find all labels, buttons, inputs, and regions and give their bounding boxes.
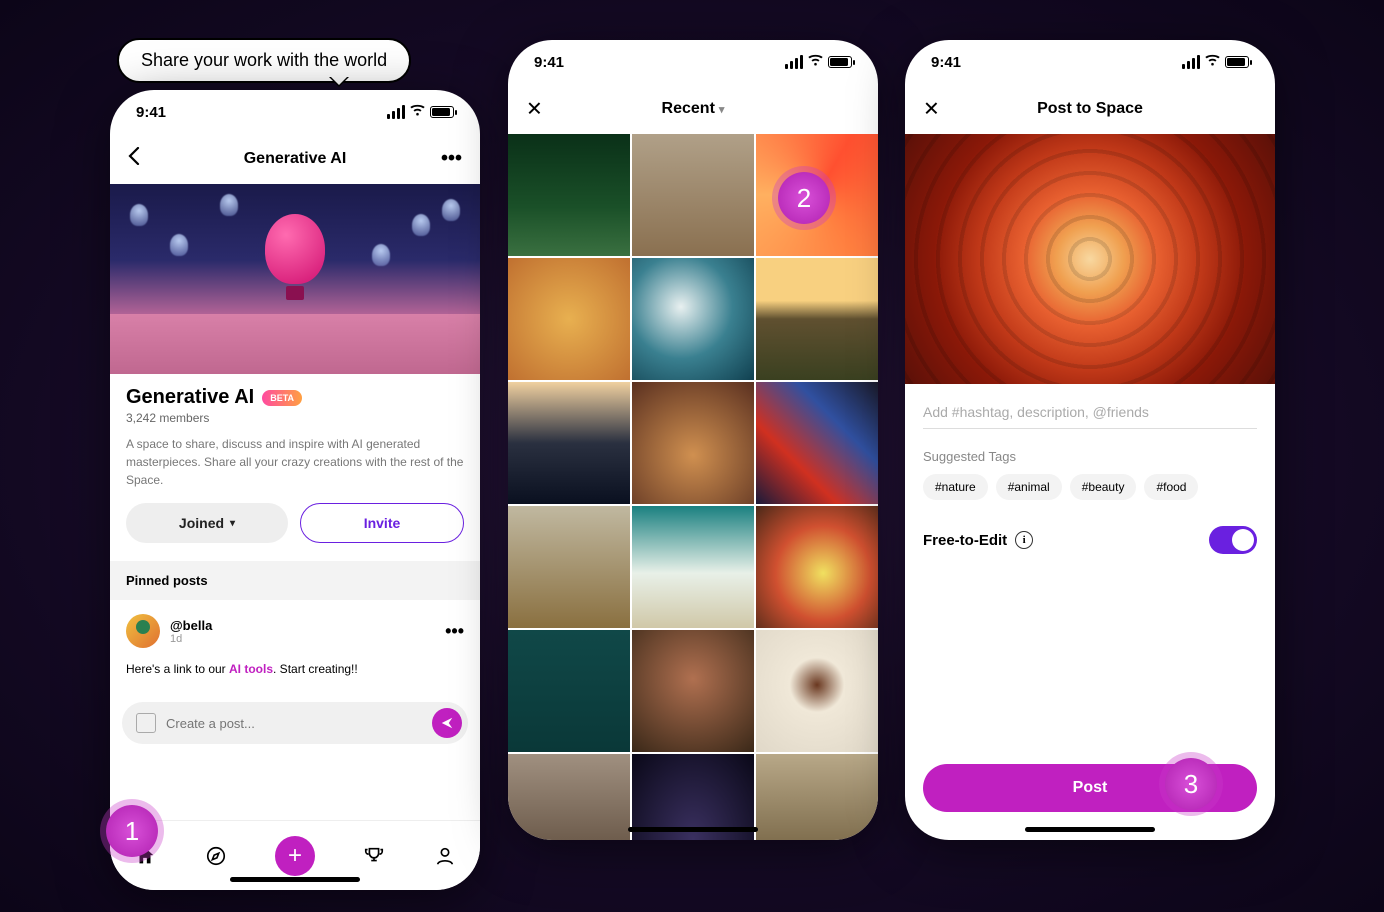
space-hero-image xyxy=(110,184,480,374)
close-icon[interactable]: ✕ xyxy=(526,97,543,122)
create-button[interactable]: + xyxy=(275,836,315,876)
grid-image[interactable] xyxy=(508,134,630,256)
image-preview xyxy=(905,134,1275,384)
profile-icon[interactable] xyxy=(433,844,457,868)
status-bar: 9:41 xyxy=(110,90,480,134)
pinned-post: @bella 1d ••• Here's a link to our AI to… xyxy=(110,600,480,690)
grid-image[interactable] xyxy=(508,754,630,840)
grid-image[interactable] xyxy=(632,630,754,752)
grid-image[interactable] xyxy=(508,382,630,504)
step-badge-2: 2 xyxy=(778,172,830,224)
signal-icon xyxy=(1182,55,1200,69)
avatar[interactable] xyxy=(126,614,160,648)
signal-icon xyxy=(785,55,803,69)
phone-image-picker: 9:41 ✕ Recent▾ xyxy=(508,40,878,840)
grid-image[interactable] xyxy=(756,258,878,380)
phone-post-to-space: 9:41 ✕ Post to Space Suggested Tags #nat… xyxy=(905,40,1275,840)
status-bar: 9:41 xyxy=(508,40,878,84)
home-indicator xyxy=(230,877,360,882)
wifi-icon xyxy=(1204,54,1221,71)
signal-icon xyxy=(387,105,405,119)
space-description: A space to share, discuss and inspire wi… xyxy=(126,435,464,489)
title-bar: ✕ Post to Space xyxy=(905,84,1275,134)
post-link[interactable]: AI tools xyxy=(229,662,273,676)
tag-chip[interactable]: #animal xyxy=(996,474,1062,500)
grid-image[interactable] xyxy=(508,258,630,380)
chevron-down-icon: ▾ xyxy=(230,518,235,529)
status-time: 9:41 xyxy=(931,54,961,71)
beta-badge: BETA xyxy=(262,390,302,406)
status-icons xyxy=(785,54,852,71)
grid-image[interactable] xyxy=(756,754,878,840)
tag-chip[interactable]: #nature xyxy=(923,474,988,500)
suggested-tags-label: Suggested Tags xyxy=(923,449,1257,464)
grid-image[interactable] xyxy=(632,382,754,504)
post-more-icon[interactable]: ••• xyxy=(445,621,464,642)
info-icon[interactable]: i xyxy=(1015,531,1033,549)
post-text-tail: . Start creating!! xyxy=(273,662,358,676)
grid-image[interactable] xyxy=(508,630,630,752)
grid-image[interactable] xyxy=(756,382,878,504)
wifi-icon xyxy=(409,104,426,121)
free-to-edit-toggle[interactable] xyxy=(1209,526,1257,554)
battery-icon xyxy=(828,56,852,68)
page-title: Post to Space xyxy=(1037,100,1143,118)
compass-icon[interactable] xyxy=(204,844,228,868)
send-button[interactable] xyxy=(432,708,462,738)
back-icon[interactable] xyxy=(128,147,140,171)
tooltip-bubble: Share your work with the world xyxy=(117,38,411,83)
phone-space-detail: 9:41 Generative AI ••• Generative AI BET… xyxy=(110,90,480,890)
status-time: 9:41 xyxy=(136,104,166,121)
picker-title[interactable]: Recent▾ xyxy=(662,100,725,118)
joined-button[interactable]: Joined▾ xyxy=(126,503,288,543)
post-text: Here's a link to our xyxy=(126,662,229,676)
battery-icon xyxy=(1225,56,1249,68)
title-bar: ✕ Recent▾ xyxy=(508,84,878,134)
tag-chip[interactable]: #food xyxy=(1144,474,1198,500)
grid-image[interactable] xyxy=(632,134,754,256)
more-icon[interactable]: ••• xyxy=(441,148,462,171)
tags-row: #nature #animal #beauty #food xyxy=(923,474,1257,500)
caption-input[interactable] xyxy=(923,396,1257,429)
home-indicator xyxy=(628,827,758,832)
grid-image[interactable] xyxy=(508,506,630,628)
grid-image[interactable] xyxy=(632,506,754,628)
title-bar: Generative AI ••• xyxy=(110,134,480,184)
grid-image[interactable] xyxy=(632,258,754,380)
battery-icon xyxy=(430,106,454,118)
post-username[interactable]: @bella xyxy=(170,618,212,633)
close-icon[interactable]: ✕ xyxy=(923,97,940,122)
grid-image[interactable] xyxy=(756,630,878,752)
tag-chip[interactable]: #beauty xyxy=(1070,474,1137,500)
image-grid xyxy=(508,134,878,840)
status-icons xyxy=(387,104,454,121)
step-badge-1: 1 xyxy=(106,805,158,857)
chevron-down-icon: ▾ xyxy=(719,104,725,116)
space-name: Generative AI xyxy=(126,386,254,409)
post-composer[interactable] xyxy=(122,702,468,744)
trophy-icon[interactable] xyxy=(362,844,386,868)
step-badge-3: 3 xyxy=(1165,758,1217,810)
free-to-edit-label: Free-to-Edit xyxy=(923,532,1007,549)
composer-input[interactable] xyxy=(166,716,422,731)
wifi-icon xyxy=(807,54,824,71)
grid-image[interactable] xyxy=(756,506,878,628)
home-indicator xyxy=(1025,827,1155,832)
status-time: 9:41 xyxy=(534,54,564,71)
image-icon[interactable] xyxy=(136,713,156,733)
members-count: 3,242 members xyxy=(126,411,464,425)
invite-button[interactable]: Invite xyxy=(300,503,464,543)
status-bar: 9:41 xyxy=(905,40,1275,84)
page-title: Generative AI xyxy=(244,150,347,168)
pinned-posts-header: Pinned posts xyxy=(110,561,480,600)
post-timestamp: 1d xyxy=(170,633,212,645)
status-icons xyxy=(1182,54,1249,71)
